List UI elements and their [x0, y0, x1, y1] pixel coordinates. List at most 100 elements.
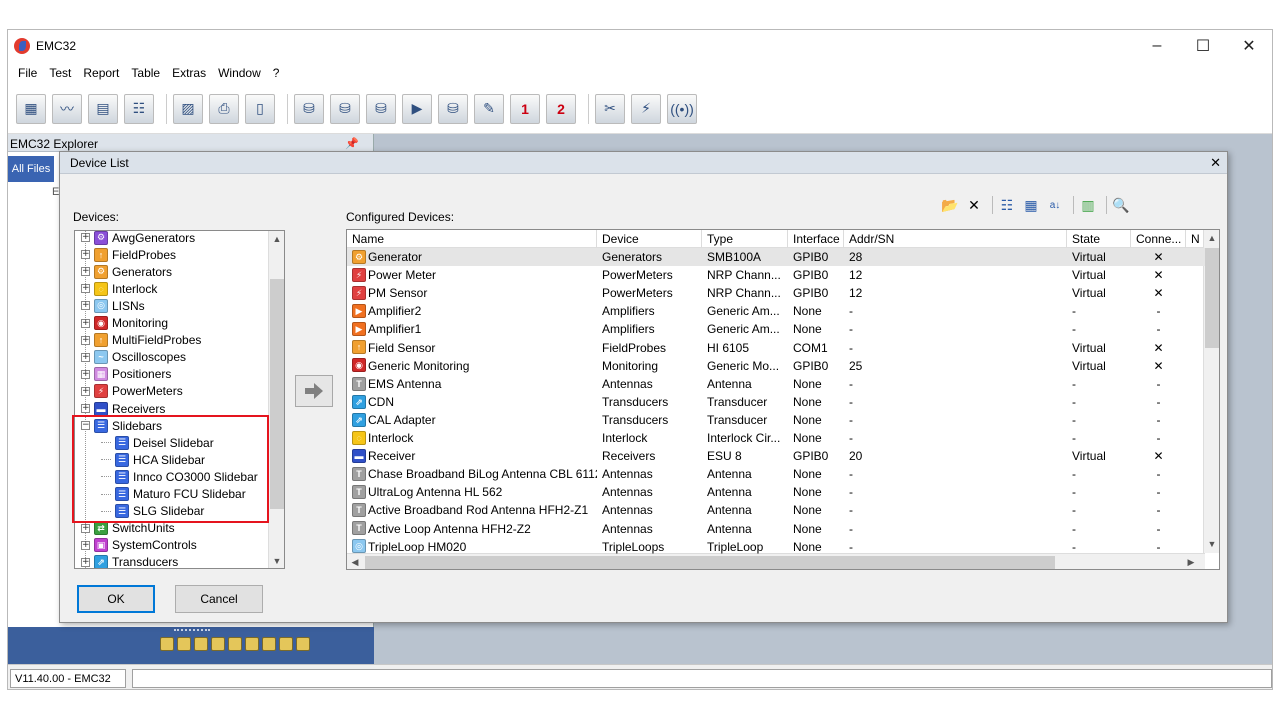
database-info-icon[interactable]: ⛁	[438, 93, 468, 124]
tree-node[interactable]: + ◎ LISNs	[81, 297, 145, 314]
menu-window[interactable]: Window	[212, 66, 267, 80]
scroll-right-icon[interactable]: ▶	[1183, 554, 1199, 569]
tab-all-files[interactable]: All Files	[8, 156, 54, 182]
table-row[interactable]: ▶ Amplifier2 Amplifiers Generic Am... None - -…	[347, 302, 1205, 320]
menu-report[interactable]: Report	[77, 66, 125, 80]
hardware-1-icon[interactable]: 1	[510, 93, 540, 124]
minimize-button[interactable]: –	[1134, 30, 1180, 62]
delete-icon[interactable]: ✕	[964, 195, 984, 215]
settings-icon[interactable]	[211, 637, 225, 651]
table-row[interactable]: ⇗ CAL Adapter Transducers Transducer None - - -	[347, 411, 1205, 429]
add-device-arrow-button[interactable]	[295, 375, 333, 407]
details-view-icon[interactable]: ▦	[1021, 195, 1041, 215]
table-row[interactable]: ↑ Field Sensor FieldProbes HI 6105 COM1 - Virt…	[347, 339, 1205, 357]
column-header[interactable]: State	[1067, 230, 1131, 248]
table-vertical-scrollbar[interactable]: ▲ ▼	[1203, 230, 1219, 553]
database-delete-icon[interactable]: ⛁	[366, 93, 396, 124]
scroll-down-icon[interactable]: ▼	[269, 553, 284, 568]
database-new-icon[interactable]: ⛁	[294, 93, 324, 124]
expand-icon[interactable]: +	[81, 386, 90, 396]
tree-node[interactable]: + ◉ Monitoring	[81, 315, 168, 332]
ok-button[interactable]: OK	[77, 585, 155, 613]
grip-handle[interactable]	[174, 629, 210, 632]
plug-check-icon[interactable]: ⚡	[631, 93, 661, 124]
table-row[interactable]: ◎ TripleLoop HM020 TripleLoops TripleLoop No…	[347, 538, 1205, 556]
table-row[interactable]: ⇗ CDN Transducers Transducer None - - -	[347, 393, 1205, 411]
expand-icon[interactable]: +	[81, 557, 90, 567]
table-row[interactable]: ⚡ Power Meter PowerMeters NRP Chann... GPIB0…	[347, 266, 1205, 284]
expand-icon[interactable]: +	[81, 284, 90, 294]
expand-icon[interactable]: +	[81, 233, 90, 242]
menu-table[interactable]: Table	[125, 66, 166, 80]
expand-icon[interactable]: +	[81, 369, 90, 379]
pdf-icon[interactable]: ▯	[245, 93, 275, 124]
table-row[interactable]: T UltraLog Antenna HL 562 Antennas Antenna N…	[347, 483, 1205, 501]
table-row[interactable]: ⚡ PM Sensor PowerMeters NRP Chann... GPIB0 12…	[347, 284, 1205, 302]
hardware-2-icon[interactable]: 2	[546, 93, 576, 124]
column-header[interactable]: Device	[597, 230, 702, 248]
search-icon[interactable]	[262, 637, 276, 651]
dialog-close-button[interactable]: ✕	[1210, 152, 1221, 174]
table-row[interactable]: T Active Broadband Rod Antenna HFH2-Z1 Ant…	[347, 501, 1205, 519]
expand-icon[interactable]: +	[81, 318, 90, 328]
chart-icon[interactable]: ▨	[173, 93, 203, 124]
folder-icon[interactable]	[177, 637, 191, 651]
tree-node[interactable]: + ⚙ AwgGenerators	[81, 231, 195, 246]
tools-icon[interactable]: ✂	[595, 93, 625, 124]
column-header[interactable]: Addr/SN	[844, 230, 1067, 248]
tree-node[interactable]: + ↑ FieldProbes	[81, 246, 176, 263]
tree-node[interactable]: + ◌ Interlock	[81, 280, 157, 297]
scroll-left-icon[interactable]: ◀	[347, 554, 363, 569]
edit-icon[interactable]: ✎	[474, 93, 504, 124]
column-header[interactable]: Conne...	[1131, 230, 1186, 248]
new-table-icon[interactable]: ▦	[16, 93, 46, 124]
database-save-icon[interactable]: ⛁	[330, 93, 360, 124]
scroll-up-icon[interactable]: ▲	[269, 231, 284, 247]
expand-icon[interactable]: +	[81, 301, 90, 311]
database-icon[interactable]	[194, 637, 208, 651]
expand-icon[interactable]: +	[81, 267, 90, 277]
expand-icon[interactable]: +	[81, 335, 90, 345]
search-icon[interactable]: 🔍	[1111, 195, 1131, 215]
tree-scroll-thumb[interactable]	[270, 279, 284, 509]
maximize-button[interactable]: ☐	[1180, 30, 1226, 62]
menu-file[interactable]: File	[12, 66, 43, 80]
table-row[interactable]: ▬ Receiver Receivers ESU 8 GPIB0 20 Virtual ✕	[347, 447, 1205, 465]
menu-extras[interactable]: Extras	[166, 66, 212, 80]
report-icon[interactable]: ▤	[88, 93, 118, 124]
record-icon[interactable]: ▶	[402, 93, 432, 124]
table-row[interactable]: ⚙ Generator Generators SMB100A GPIB0 28 Virtua…	[347, 248, 1205, 266]
tree-node[interactable]: + ⚙ Generators	[81, 263, 172, 280]
tree-node[interactable]: + ~ Oscilloscopes	[81, 349, 186, 366]
table-row[interactable]: T Active Loop Antenna HFH2-Z2 Antennas Ante…	[347, 520, 1205, 538]
tree-node[interactable]: + ↑ MultiFieldProbes	[81, 332, 201, 349]
configured-devices-table[interactable]: Name Device Type Interface Addr/SN State Conne…	[346, 229, 1220, 570]
tree-node[interactable]: + ▣ SystemControls	[81, 537, 197, 554]
tree-node[interactable]: + ⇗ Transducers	[81, 554, 178, 568]
star-icon[interactable]	[279, 637, 293, 651]
scroll-up-icon[interactable]: ▲	[1204, 230, 1219, 246]
refresh-icon[interactable]	[296, 637, 310, 651]
column-header[interactable]: Name	[347, 230, 597, 248]
table-row[interactable]: T EMS Antenna Antennas Antenna None - - -	[347, 375, 1205, 393]
menu-test[interactable]: Test	[43, 66, 77, 80]
table-row[interactable]: ▶ Amplifier1 Amplifiers Generic Am... None - -…	[347, 320, 1205, 338]
open-folder-icon[interactable]: 📂	[940, 195, 960, 215]
scroll-down-icon[interactable]: ▼	[1204, 536, 1219, 552]
document-icon[interactable]	[228, 637, 242, 651]
table-row[interactable]: ◌ Interlock Interlock Interlock Cir... None -…	[347, 429, 1205, 447]
expand-icon[interactable]: +	[81, 250, 90, 260]
antenna-icon[interactable]: ((•))	[667, 93, 697, 124]
column-header[interactable]: Interface	[788, 230, 844, 248]
tree-vertical-scrollbar[interactable]: ▲ ▼	[268, 231, 284, 568]
expand-icon[interactable]: +	[81, 523, 90, 533]
tree-node[interactable]: + ⚡ PowerMeters	[81, 383, 183, 400]
close-window-button[interactable]: ✕	[1226, 30, 1272, 62]
tree-node[interactable]: + ▦ Positioners	[81, 366, 171, 383]
graph-icon[interactable]: 〰	[52, 93, 82, 124]
table-row[interactable]: ◉ Generic Monitoring Monitoring Generic Mo.…	[347, 357, 1205, 375]
file-icon[interactable]	[245, 637, 259, 651]
home-icon[interactable]	[160, 637, 174, 651]
table-row[interactable]: T Chase Broadband BiLog Antenna CBL 6112 A…	[347, 465, 1205, 483]
device-list-icon[interactable]: ☷	[124, 93, 154, 124]
